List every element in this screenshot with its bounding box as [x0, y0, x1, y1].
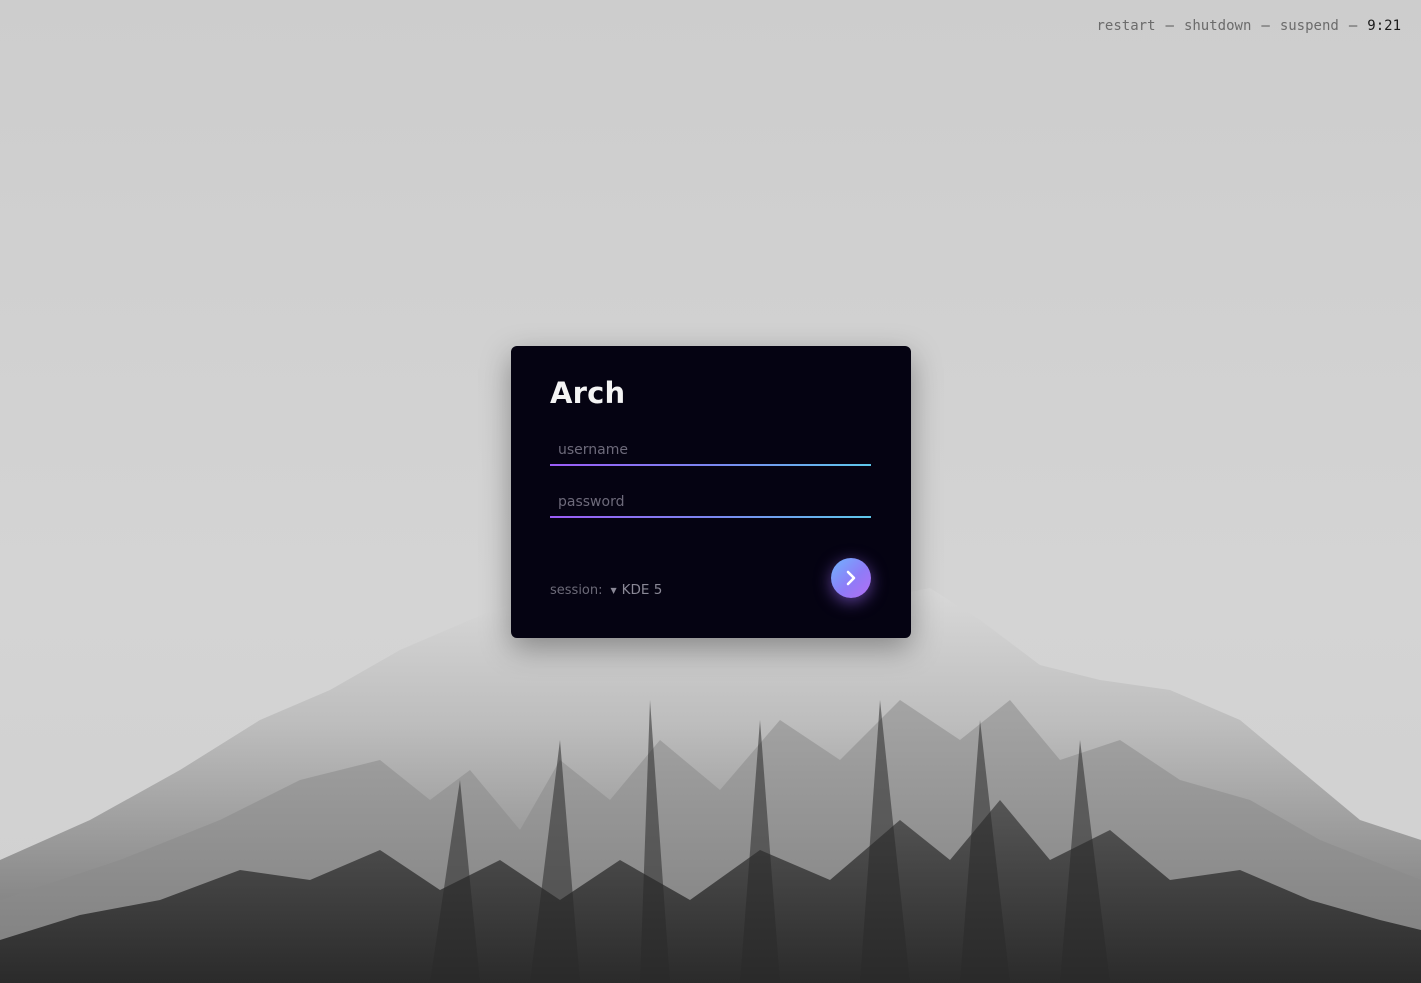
shutdown-button[interactable]: shutdown	[1184, 18, 1251, 34]
power-bar: restart — shutdown — suspend — 9:21	[1097, 18, 1402, 34]
caret-down-icon[interactable]: ▼	[611, 586, 617, 595]
username-input[interactable]	[550, 436, 871, 464]
separator: —	[1165, 18, 1174, 34]
restart-button[interactable]: restart	[1097, 18, 1156, 34]
password-underline	[550, 516, 871, 518]
session-selector: session: ▼ KDE 5	[550, 582, 662, 598]
hostname-title: Arch	[550, 376, 626, 410]
separator: —	[1348, 18, 1358, 34]
session-dropdown[interactable]: KDE 5	[622, 582, 663, 598]
username-underline	[550, 464, 871, 466]
clock: 9:21	[1367, 18, 1401, 34]
session-label: session:	[550, 582, 603, 598]
password-input[interactable]	[550, 488, 871, 516]
separator: —	[1261, 18, 1270, 34]
password-field-wrapper	[550, 488, 871, 518]
suspend-button[interactable]: suspend	[1280, 18, 1339, 34]
username-field-wrapper	[550, 436, 871, 466]
login-card: Arch session: ▼ KDE 5	[511, 346, 911, 638]
login-button[interactable]	[831, 558, 871, 598]
chevron-right-icon	[846, 570, 856, 586]
